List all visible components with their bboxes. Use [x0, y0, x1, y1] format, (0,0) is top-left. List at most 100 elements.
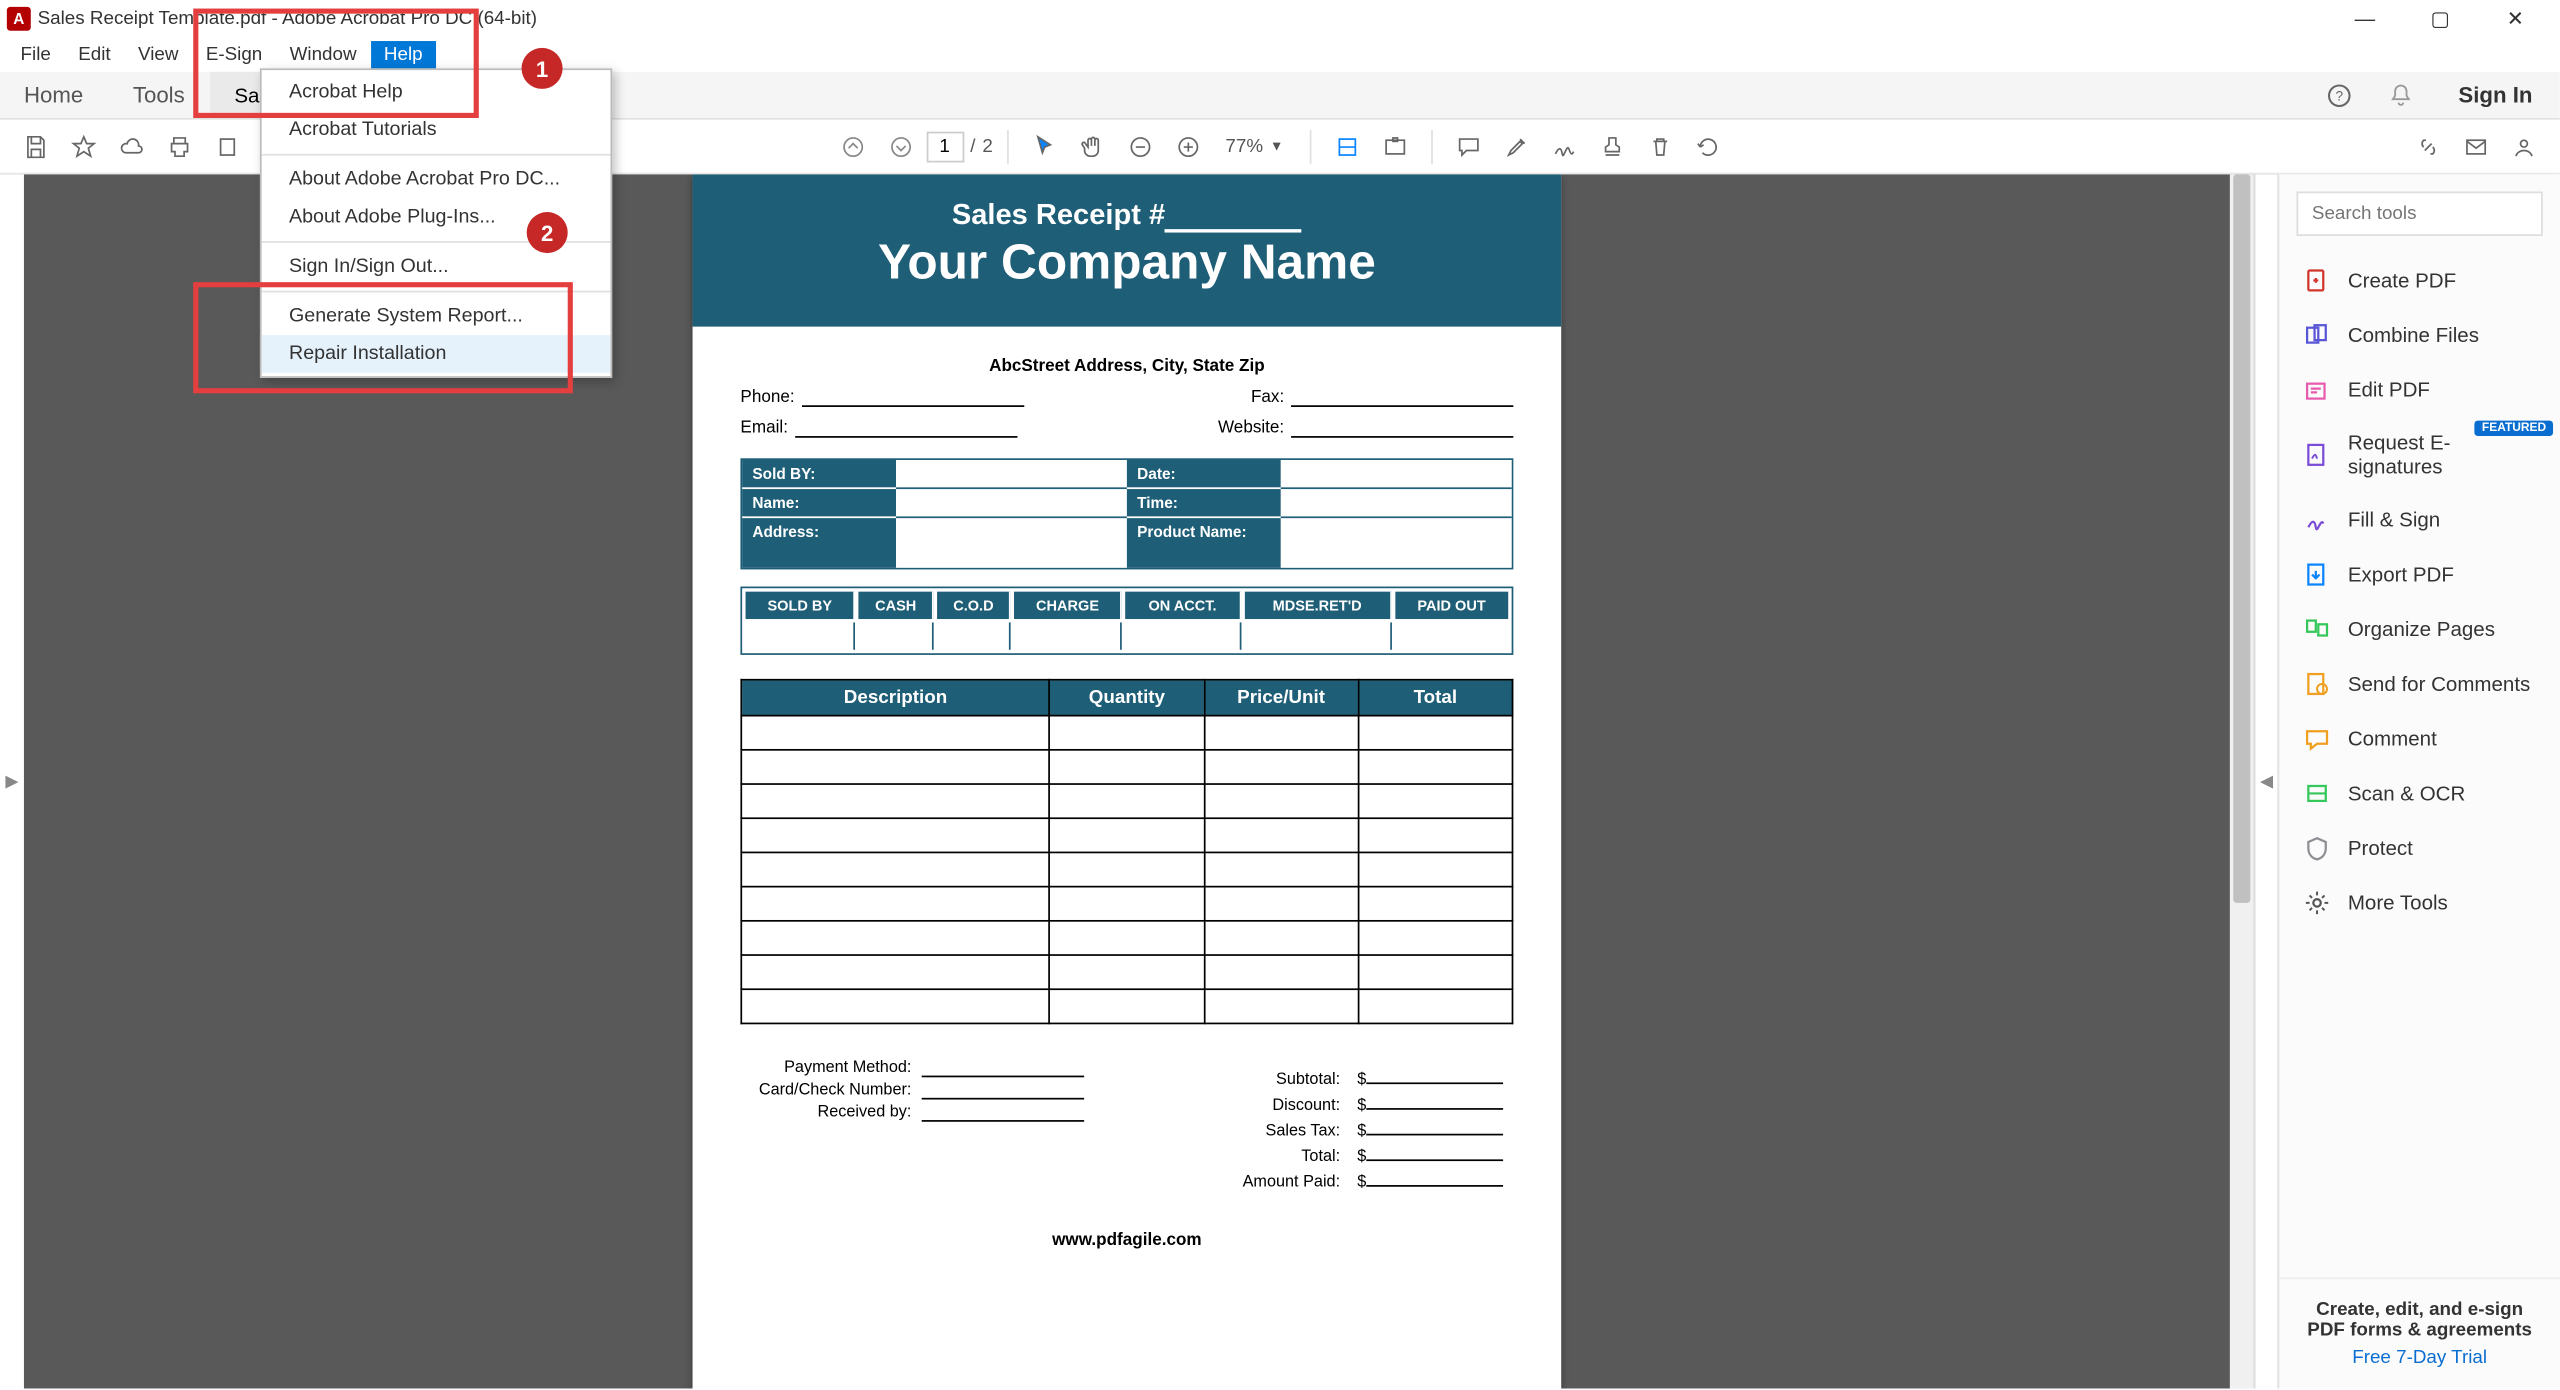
tool-icon — [2303, 616, 2330, 643]
menu-window[interactable]: Window — [276, 41, 370, 68]
sidebar-tool-send-for-comments[interactable]: Send for Comments — [2279, 657, 2559, 712]
sidebar-tool-export-pdf[interactable]: Export PDF — [2279, 547, 2559, 602]
tab-home[interactable]: Home — [0, 72, 109, 118]
phone-label: Phone: — [740, 388, 794, 407]
tool-label: Organize Pages — [2348, 617, 2495, 641]
star-icon[interactable] — [62, 124, 106, 168]
rotate-icon[interactable] — [1685, 124, 1729, 168]
share-icon[interactable] — [205, 124, 249, 168]
sidebar-tool-fill-sign[interactable]: Fill & Sign — [2279, 492, 2559, 547]
tool-icon — [2303, 780, 2330, 807]
tool-label: Comment — [2348, 727, 2437, 751]
delete-icon[interactable] — [1637, 124, 1681, 168]
window-minimize-button[interactable]: — — [2327, 0, 2402, 37]
menu-file[interactable]: File — [7, 41, 65, 68]
cloud-icon[interactable] — [109, 124, 153, 168]
save-icon[interactable] — [14, 124, 58, 168]
sidebar-tool-more-tools[interactable]: More Tools — [2279, 876, 2559, 931]
search-tools-input[interactable] — [2297, 192, 2543, 236]
help-menu-item[interactable]: About Adobe Acrobat Pro DC... — [262, 161, 611, 199]
expand-left-icon[interactable]: ▶ — [0, 174, 24, 1388]
tool-label: Combine Files — [2348, 323, 2479, 347]
pdf-app-icon: A — [7, 6, 31, 30]
items-h-desc: Description — [741, 680, 1049, 716]
sidebar-tool-create-pdf[interactable]: Create PDF — [2279, 253, 2559, 308]
expand-right-icon[interactable]: ◀ — [2254, 174, 2278, 1388]
page-number: / 2 — [926, 131, 993, 162]
pay-h-2: C.O.D — [937, 592, 1011, 619]
select-tool-icon[interactable] — [1022, 124, 1066, 168]
sidebar-tool-edit-pdf[interactable]: Edit PDF — [2279, 363, 2559, 418]
menu-esign[interactable]: E-Sign — [192, 41, 276, 68]
page-current-input[interactable] — [926, 131, 964, 162]
tools-sidebar: Create PDF Combine Files Edit PDF Request E… — [2278, 174, 2560, 1388]
pdf-page: Sales Receipt # Your Company Name AbcStr… — [693, 174, 1562, 1388]
featured-badge: FEATURED — [2475, 421, 2553, 436]
window-maximize-button[interactable]: ▢ — [2403, 0, 2478, 37]
tool-icon — [2303, 889, 2330, 916]
comment-icon[interactable] — [1446, 124, 1490, 168]
pay-h-0: SOLD BY — [746, 592, 856, 619]
menubar: File Edit View E-Sign Window Help — [0, 38, 2560, 72]
email-icon[interactable] — [2454, 124, 2498, 168]
titlebar: A Sales Receipt Template.pdf - Adobe Acr… — [0, 0, 2560, 38]
help-menu-item[interactable]: Generate System Report... — [262, 298, 611, 336]
hand-tool-icon[interactable] — [1070, 124, 1114, 168]
help-icon[interactable]: ? — [2308, 72, 2370, 118]
pm-method: Payment Method: — [740, 1058, 911, 1077]
help-menu-item[interactable]: Acrobat Tutorials — [262, 111, 611, 149]
annotation-marker-1: 1 — [522, 48, 563, 89]
fit-width-icon[interactable] — [1325, 124, 1369, 168]
help-menu-item[interactable]: Repair Installation — [262, 335, 611, 373]
tool-label: Edit PDF — [2348, 378, 2430, 402]
signin-button[interactable]: Sign In — [2431, 72, 2560, 118]
promo-link[interactable]: Free 7-Day Trial — [2297, 1347, 2543, 1368]
items-h-total: Total — [1358, 680, 1512, 716]
tool-label: Create PDF — [2348, 268, 2456, 292]
read-mode-icon[interactable] — [1372, 124, 1416, 168]
menu-view[interactable]: View — [124, 41, 192, 68]
stamp-icon[interactable] — [1590, 124, 1634, 168]
sidebar-tool-protect[interactable]: Protect — [2279, 821, 2559, 876]
link-icon[interactable] — [2406, 124, 2450, 168]
window-title: Sales Receipt Template.pdf - Adobe Acrob… — [38, 8, 537, 29]
pay-h-4: ON ACCT. — [1126, 592, 1241, 619]
menu-edit[interactable]: Edit — [65, 41, 125, 68]
pay-h-5: MDSE.RET'D — [1245, 592, 1392, 619]
t-total: Total: — [1236, 1146, 1347, 1168]
tool-label: Fill & Sign — [2348, 508, 2440, 532]
tool-icon — [2303, 321, 2330, 348]
sign-icon[interactable] — [1542, 124, 1586, 168]
tool-label: More Tools — [2348, 891, 2448, 915]
zoom-out-icon[interactable] — [1118, 124, 1162, 168]
profile-icon[interactable] — [2502, 124, 2546, 168]
website-label: Website: — [1218, 419, 1284, 438]
totals-block: Subtotal:$ Discount:$ Sales Tax:$ Total:… — [1232, 1065, 1513, 1197]
highlight-icon[interactable] — [1494, 124, 1538, 168]
menu-help[interactable]: Help — [370, 41, 436, 68]
tool-icon — [2303, 376, 2330, 403]
sidebar-tool-comment[interactable]: Comment — [2279, 711, 2559, 766]
sidebar-tool-combine-files[interactable]: Combine Files — [2279, 308, 2559, 363]
zoom-in-icon[interactable] — [1166, 124, 1210, 168]
tab-tools[interactable]: Tools — [109, 72, 211, 118]
zoom-dropdown[interactable]: 77%▼ — [1213, 131, 1295, 162]
sidebar-tool-scan-ocr[interactable]: Scan & OCR — [2279, 766, 2559, 821]
print-icon[interactable] — [157, 124, 201, 168]
page-up-icon[interactable] — [830, 124, 874, 168]
annotation-marker-2: 2 — [527, 212, 568, 253]
bell-icon[interactable] — [2369, 72, 2431, 118]
tool-label: Export PDF — [2348, 563, 2454, 587]
info-address-label: Address: — [742, 516, 896, 567]
payment-meta: Payment Method: Card/Check Number: Recei… — [740, 1058, 1084, 1197]
sidebar-tool-organize-pages[interactable]: Organize Pages — [2279, 602, 2559, 657]
fax-label: Fax: — [1251, 388, 1284, 407]
tool-icon — [2303, 561, 2330, 588]
sidebar-tool-request-e-signatures[interactable]: Request E-signaturesFEATURED — [2279, 417, 2559, 492]
page-down-icon[interactable] — [878, 124, 922, 168]
t-cur4: $ — [1357, 1147, 1366, 1166]
vertical-scrollbar[interactable] — [2230, 174, 2254, 1388]
payment-type-table: SOLD BY CASH C.O.D CHARGE ON ACCT. MDSE.… — [740, 587, 1513, 655]
window-close-button[interactable]: ✕ — [2478, 0, 2553, 37]
help-menu-item[interactable]: Sign In/Sign Out... — [262, 248, 611, 286]
